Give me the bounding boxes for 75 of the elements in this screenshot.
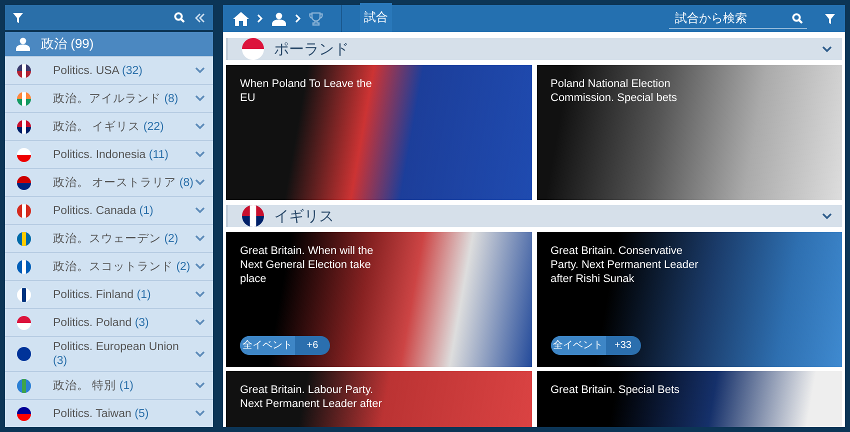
- flag-icon: [17, 288, 31, 302]
- search-field[interactable]: 試合から検索: [673, 10, 788, 26]
- section-header[interactable]: イギリス: [226, 205, 842, 227]
- flag-icon: [242, 38, 264, 60]
- event-card[interactable]: Great Britain. Labour Party. Next Permanent Leader after: [226, 371, 532, 427]
- tab[interactable]: 試合: [360, 3, 392, 34]
- chevron-down-icon[interactable]: [822, 212, 832, 220]
- flag-icon: [17, 316, 31, 330]
- sidebar-item[interactable]: Politics. Canada (1): [5, 196, 213, 224]
- search-icon[interactable]: [174, 12, 185, 23]
- flag-icon: [17, 260, 31, 274]
- chevron-down-icon[interactable]: [195, 235, 205, 242]
- event-card[interactable]: When Poland To Leave the EU: [226, 65, 532, 200]
- flag-icon: [17, 406, 31, 420]
- sidebar-item[interactable]: 政治。アイルランド (8): [5, 84, 213, 112]
- chevron-down-icon[interactable]: [195, 350, 205, 358]
- chevron-right-icon: [257, 14, 263, 23]
- flag-icon: [17, 120, 31, 134]
- section-header[interactable]: ポーランド: [226, 38, 842, 60]
- chevron-down-icon[interactable]: [195, 291, 205, 298]
- event-card[interactable]: Great Britain. When will the Next General Election take place 全イベント +6: [226, 232, 532, 367]
- flag-icon: [17, 64, 31, 78]
- sidebar-item[interactable]: Politics. European Union (3): [5, 336, 213, 371]
- flag-icon: [242, 205, 264, 227]
- chevron-down-icon[interactable]: [195, 95, 205, 102]
- event-card[interactable]: Great Britain. Special Bets: [536, 371, 842, 427]
- flag-icon: [17, 232, 31, 246]
- sidebar-item[interactable]: Politics. Indonesia (11): [5, 140, 213, 168]
- chevron-down-icon[interactable]: [195, 67, 205, 74]
- flag-icon: [17, 204, 31, 218]
- trophy-icon[interactable]: [309, 12, 323, 26]
- sidebar-item[interactable]: 政治。 オーストラリア (8): [5, 168, 213, 196]
- sidebar-item[interactable]: 政治。 イギリス (22): [5, 112, 213, 140]
- collapse-icon[interactable]: [195, 12, 205, 22]
- chevron-down-icon[interactable]: [195, 123, 205, 130]
- sidebar-item[interactable]: Politics. Finland (1): [5, 280, 213, 308]
- sidebar-item[interactable]: Politics. Taiwan (5): [5, 399, 213, 427]
- filter-icon[interactable]: [825, 14, 835, 24]
- sidebar-item[interactable]: Politics. Poland (3): [5, 308, 213, 336]
- card-title: Great Britain. Conservative Party. Next Permanent Leader after Rishi Sunak: [550, 244, 700, 286]
- flag-icon: [17, 347, 31, 361]
- chevron-down-icon[interactable]: [195, 151, 205, 158]
- card-title: Great Britain. Labour Party. Next Permanent Leader after: [240, 383, 383, 411]
- person-icon: [15, 37, 31, 51]
- category-item[interactable]: 政治 (99): [5, 32, 213, 56]
- sidebar-item[interactable]: 政治。スコットランド (2): [5, 252, 213, 280]
- flag-icon: [17, 148, 31, 162]
- sidebar-item[interactable]: Politics. USA (32): [5, 56, 213, 84]
- card-title: Great Britain. Special Bets: [550, 383, 681, 397]
- sidebar-item[interactable]: 政治。スウェーデン (2): [5, 224, 213, 252]
- event-card[interactable]: Poland National Election Commission. Special bets: [536, 65, 842, 200]
- card-title: When Poland To Leave the EU: [240, 77, 373, 105]
- chevron-down-icon[interactable]: [195, 410, 205, 417]
- chevron-right-icon: [295, 14, 301, 23]
- section-title: ポーランド: [274, 40, 350, 58]
- event-card[interactable]: Great Britain. Conservative Party. Next Permanent Leader after Rishi Sunak 全イベント +33: [536, 232, 842, 367]
- all-events-button[interactable]: 全イベント +6: [240, 336, 330, 355]
- flag-icon: [17, 92, 31, 106]
- chevron-down-icon[interactable]: [822, 46, 832, 52]
- flag-icon: [17, 176, 31, 190]
- card-title: Poland National Election Commission. Special bets: [550, 77, 678, 105]
- home-icon[interactable]: [233, 12, 249, 26]
- all-events-button[interactable]: 全イベント +33: [550, 336, 640, 355]
- filter-icon[interactable]: [13, 12, 23, 22]
- sidebar-item[interactable]: 政治。 特別 (1): [5, 371, 213, 399]
- chevron-down-icon[interactable]: [195, 382, 205, 389]
- person-icon[interactable]: [271, 12, 287, 26]
- chevron-down-icon[interactable]: [195, 319, 205, 326]
- search-icon[interactable]: [792, 12, 803, 24]
- section-title: イギリス: [274, 206, 335, 226]
- flag-icon: [17, 378, 31, 392]
- chevron-down-icon[interactable]: [195, 263, 205, 270]
- chevron-down-icon[interactable]: [195, 207, 205, 214]
- chevron-down-icon[interactable]: [195, 179, 205, 186]
- card-title: Great Britain. When will the Next General Election take place: [240, 244, 374, 286]
